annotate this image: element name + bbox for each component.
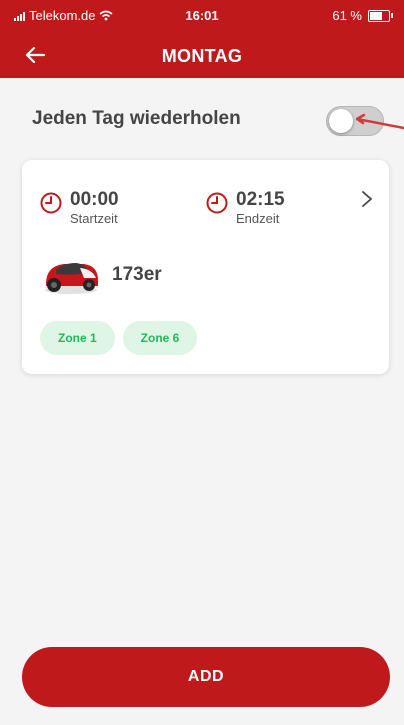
end-time-label: Endzeit	[236, 211, 280, 226]
battery-percent: 61 %	[332, 8, 362, 23]
clock-icon	[206, 192, 228, 214]
end-time-block: 02:15 Endzeit	[206, 189, 285, 227]
zone-list: Zone 1 Zone 6	[40, 321, 198, 355]
page-title: MONTAG	[161, 46, 243, 66]
end-time: 02:15	[236, 189, 285, 210]
chevron-right-icon[interactable]	[361, 190, 373, 208]
start-time-label: Startzeit	[70, 211, 118, 226]
zone-chip[interactable]: Zone 1	[40, 321, 115, 355]
start-time: 00:00	[70, 189, 119, 210]
mower-name: 173er	[112, 264, 162, 285]
zone-chip[interactable]: Zone 6	[122, 321, 198, 355]
repeat-daily-row: Jeden Tag wiederholen	[32, 106, 392, 136]
app-header: Telekom.de 16:01 61 % MONTAG	[0, 0, 404, 78]
robot-mower-icon	[45, 263, 98, 294]
status-bar: Telekom.de 16:01 61 %	[0, 0, 404, 28]
repeat-daily-label: Jeden Tag wiederholen	[32, 108, 241, 129]
toggle-knob	[329, 109, 353, 133]
start-time-block: 00:00 Startzeit	[40, 189, 119, 227]
add-button[interactable]: ADD	[22, 647, 390, 707]
battery-icon	[368, 9, 393, 22]
annotation-arrow-icon	[356, 113, 404, 130]
clock-icon	[40, 192, 62, 214]
battery-group: 61 %	[332, 8, 393, 23]
schedule-card[interactable]: 00:00 Startzeit 02:15 Endzeit 173er Zone…	[22, 160, 389, 374]
mower-row: 173er	[40, 254, 162, 296]
